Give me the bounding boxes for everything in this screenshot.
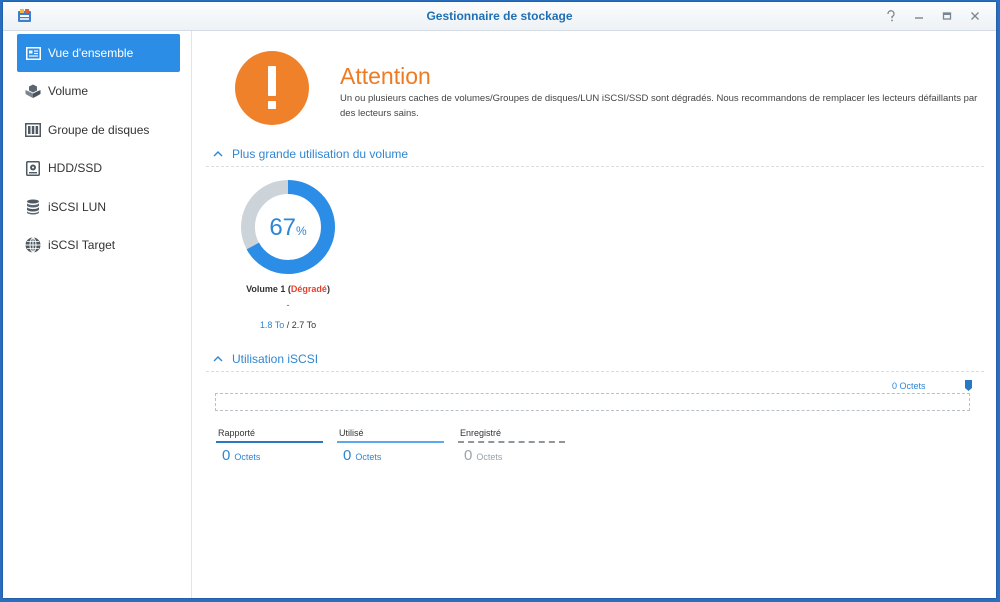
warning-icon: [235, 51, 309, 125]
section-title: Plus grande utilisation du volume: [232, 147, 409, 161]
disk-group-icon: [25, 122, 41, 138]
window-controls: [884, 2, 982, 30]
minimize-icon: [915, 17, 923, 19]
sidebar-item-volume[interactable]: Volume: [17, 72, 180, 110]
sidebar-item-disk-group[interactable]: Groupe de disques: [17, 111, 180, 149]
volume-dash: -: [286, 300, 290, 310]
sidebar-item-hdd-ssd[interactable]: HDD/SSD: [17, 149, 180, 187]
volume-usage-section-header: Plus grande utilisation du volume: [206, 144, 984, 167]
chevron-up-icon[interactable]: [212, 354, 224, 364]
usage-percent-value: 67: [269, 214, 296, 241]
legend-line: [216, 441, 323, 443]
legend-label: Utilisé: [339, 428, 364, 438]
svg-text:67%: 67%: [269, 214, 307, 241]
storage-manager-window: Gestionnaire de stockage Vue d'ensemble: [3, 2, 996, 598]
legend-number: 0: [222, 447, 231, 464]
sidebar-item-iscsi-lun[interactable]: iSCSI LUN: [17, 188, 180, 226]
sidebar-item-label: Volume: [48, 84, 89, 98]
sidebar-item-label: Vue d'ensemble: [48, 46, 134, 60]
volume-usage-donut: 67%: [241, 180, 335, 274]
legend-line: [458, 441, 565, 443]
iscsi-total-label: 0 Octets: [892, 381, 926, 391]
minimize-button[interactable]: [912, 9, 926, 23]
alert-title: Attention: [340, 63, 431, 89]
legend-unit: Octets: [355, 452, 382, 462]
usage-percent-unit: %: [296, 224, 307, 238]
legend-unit: Octets: [476, 452, 503, 462]
capacity-marker-icon[interactable]: [965, 380, 972, 391]
alert-message: Un ou plusieurs caches de volumes/Groupe…: [340, 93, 978, 119]
window-title: Gestionnaire de stockage: [426, 9, 573, 23]
legend-registered: Enregistré 0 Octets: [458, 428, 565, 465]
legend-number: 0: [464, 447, 473, 464]
sidebar-item-label: Groupe de disques: [48, 123, 150, 137]
sidebar-item-label: iSCSI LUN: [48, 200, 107, 214]
title-bar[interactable]: Gestionnaire de stockage: [3, 2, 996, 31]
iscsi-usage-bar: [215, 393, 970, 411]
iscsi-usage-section-header: Utilisation iSCSI: [206, 349, 984, 372]
sidebar-item-label: HDD/SSD: [48, 161, 103, 175]
overview-panel: Attention Un ou plusieurs caches de volu…: [192, 31, 996, 598]
legend-used: Utilisé 0 Octets: [337, 428, 444, 465]
globe-icon: [25, 237, 41, 253]
sidebar: Vue d'ensemble Volume Groupe de disques …: [3, 31, 192, 598]
legend-number: 0: [343, 447, 352, 464]
legend-label: Enregistré: [460, 428, 502, 438]
database-icon: [25, 199, 41, 215]
legend-value: 0 Octets: [464, 447, 565, 465]
overview-icon: [25, 45, 41, 61]
close-icon: [971, 12, 979, 20]
volume-total: 2.7 To: [291, 320, 317, 330]
volume-label: Volume 1 (Dégradé): [246, 284, 330, 294]
section-title: Utilisation iSCSI: [232, 352, 319, 366]
help-icon: [887, 10, 895, 22]
help-button[interactable]: [884, 9, 898, 23]
hdd-icon: [25, 160, 41, 176]
legend-reported: Rapporté 0 Octets: [216, 428, 323, 465]
maximize-button[interactable]: [940, 9, 954, 23]
maximize-icon: [942, 12, 952, 20]
legend-line: [337, 441, 444, 443]
volume-used: 1.8 To: [259, 320, 285, 330]
sidebar-item-overview[interactable]: Vue d'ensemble: [17, 34, 180, 72]
volume-icon: [25, 83, 41, 99]
chevron-up-icon[interactable]: [212, 149, 224, 159]
sidebar-item-label: iSCSI Target: [48, 238, 116, 252]
legend-value: 0 Octets: [343, 447, 444, 465]
volume-status: Dégradé: [290, 284, 327, 294]
volume-capacity: 1.8 To / 2.7 To: [206, 320, 370, 330]
legend-label: Rapporté: [218, 428, 256, 438]
sidebar-item-iscsi-target[interactable]: iSCSI Target: [17, 226, 180, 264]
legend-value: 0 Octets: [222, 447, 323, 465]
legend-unit: Octets: [234, 452, 261, 462]
capacity-separator: /: [284, 320, 292, 330]
close-button[interactable]: [968, 9, 982, 23]
volume-name: Volume 1: [246, 284, 286, 294]
